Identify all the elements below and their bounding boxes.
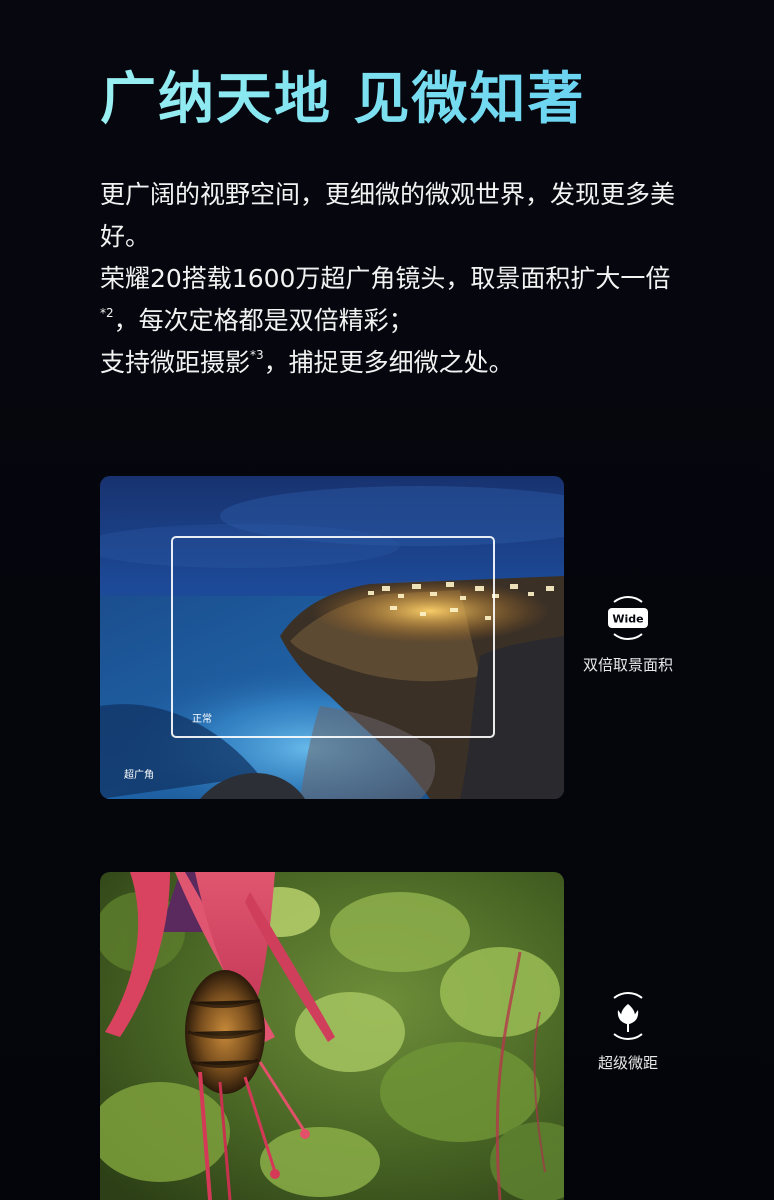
bee-on-fuchsia-image bbox=[100, 872, 564, 1200]
wide-badge-icon: Wide bbox=[608, 595, 648, 641]
normal-view-frame bbox=[171, 536, 495, 738]
description: 更广阔的视野空间，更细微的微观世界，发现更多美好。 荣耀20搭载1600万超广角… bbox=[100, 174, 680, 384]
ultra-wide-label: 超广角 bbox=[124, 770, 154, 781]
description-line-3-text: 支持微距摄影 bbox=[100, 348, 251, 377]
wide-badge-text: Wide bbox=[612, 613, 643, 626]
ultra-wide-sample-photo: 正常 超广角 bbox=[100, 476, 564, 799]
tulip-flower-icon bbox=[613, 991, 643, 1041]
footnote-marker-2: *2 bbox=[100, 306, 114, 320]
description-line-2-text: 荣耀20搭载1600万超广角镜头，取景面积扩大一倍 bbox=[100, 264, 671, 293]
normal-view-label: 正常 bbox=[192, 714, 212, 725]
page-background: 广纳天地 见微知著 更广阔的视野空间，更细微的微观世界，发现更多美好。 荣耀20… bbox=[0, 0, 774, 1200]
macro-sample-photo bbox=[100, 872, 564, 1200]
feature-double-frame-caption: 双倍取景面积 bbox=[582, 656, 673, 674]
headline: 广纳天地 见微知著 bbox=[100, 64, 586, 136]
description-line-1: 更广阔的视野空间，更细微的微观世界，发现更多美好。 bbox=[100, 180, 676, 251]
description-line-2-tail: ，每次定格都是双倍精彩； bbox=[113, 306, 414, 335]
feature-super-macro-caption: 超级微距 bbox=[597, 1054, 658, 1072]
description-line-2: 荣耀20搭载1600万超广角镜头，取景面积扩大一倍 *2，每次定格都是双倍精彩； bbox=[100, 258, 680, 342]
description-line-3: 支持微距摄影*3，捕捉更多细微之处。 bbox=[100, 342, 680, 384]
description-line-3-tail: ，捕捉更多细微之处。 bbox=[263, 348, 514, 377]
feature-super-macro: 超级微距 bbox=[563, 990, 693, 1073]
feature-double-frame: Wide 双倍取景面积 bbox=[563, 592, 693, 675]
footnote-marker-3: *3 bbox=[250, 348, 264, 362]
